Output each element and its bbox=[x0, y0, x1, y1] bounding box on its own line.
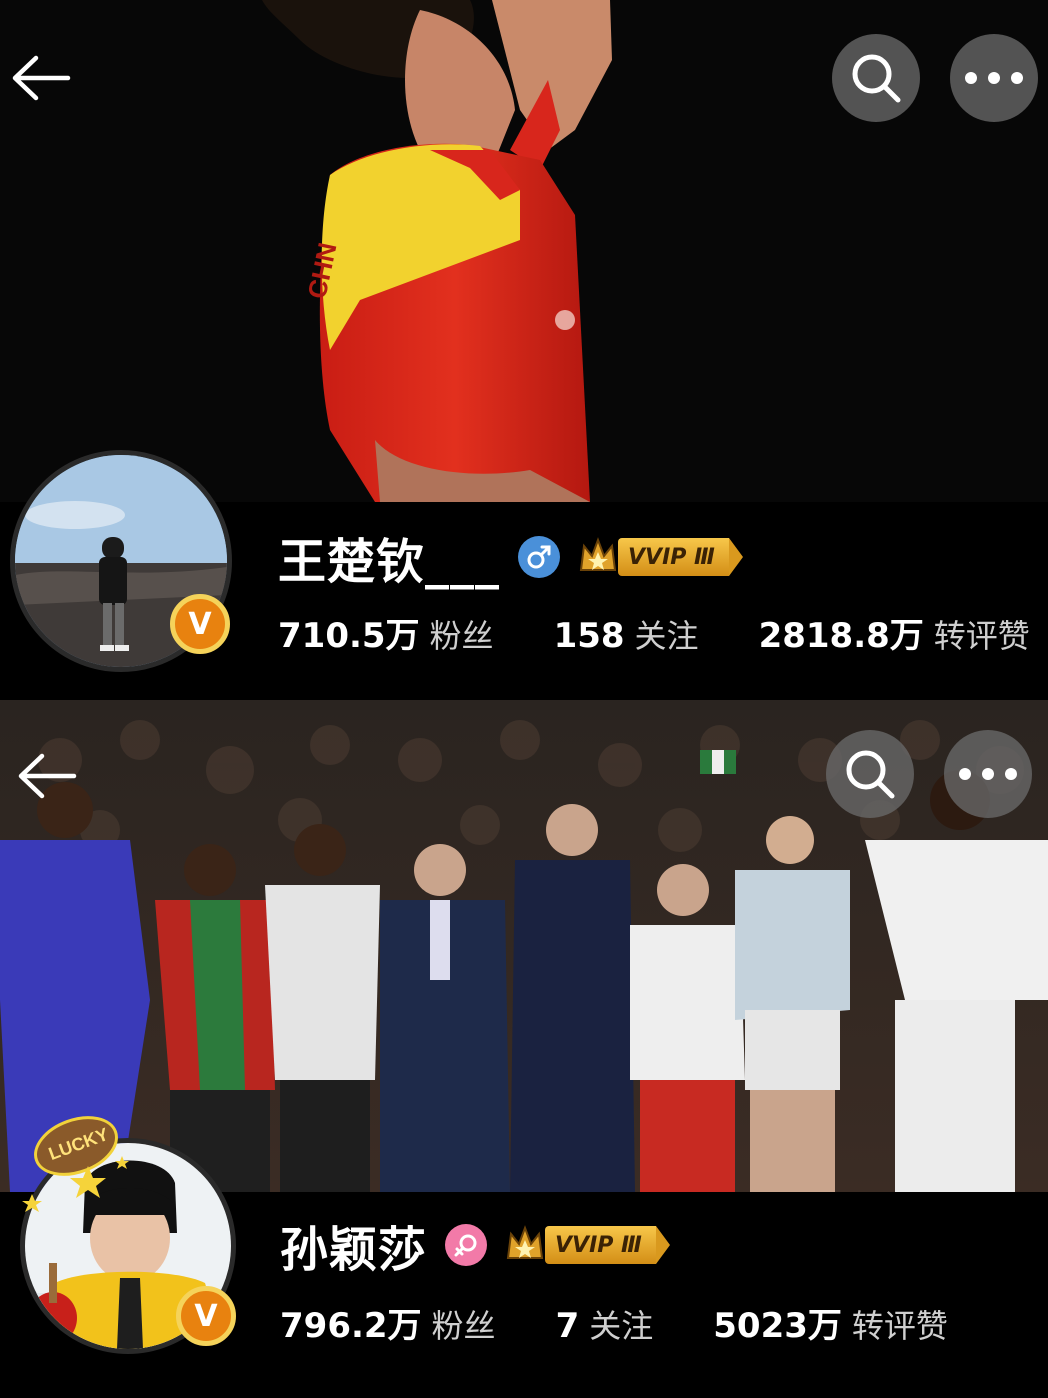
stats-row: 796.2万 粉丝 7 关注 5023万 转评赞 bbox=[280, 1298, 948, 1347]
male-icon bbox=[518, 536, 561, 578]
crown-icon bbox=[579, 537, 617, 571]
vip-badge[interactable]: VVIP Ⅲ bbox=[578, 536, 743, 578]
back-button[interactable] bbox=[6, 736, 86, 816]
avatar-frame-decoration: LUCKY bbox=[22, 1116, 129, 1212]
stat-following[interactable]: 158 关注 bbox=[554, 611, 699, 657]
vip-level-label: VVIP Ⅲ bbox=[545, 1226, 656, 1264]
vip-level-label: VVIP Ⅲ bbox=[618, 538, 729, 576]
search-button[interactable] bbox=[832, 34, 920, 122]
profile-panel-wang: CHN V 王楚钦___ VVIP Ⅲ 710.5万 粉丝 158 关注 281… bbox=[0, 0, 1048, 690]
more-dots-icon bbox=[959, 768, 1017, 780]
back-arrow-icon bbox=[18, 753, 77, 799]
vip-badge[interactable]: VVIP Ⅲ bbox=[505, 1224, 670, 1266]
female-icon bbox=[445, 1224, 488, 1266]
back-arrow-icon bbox=[12, 55, 71, 101]
user-name[interactable]: 王楚钦___ bbox=[278, 522, 500, 592]
stat-followers[interactable]: 796.2万 粉丝 bbox=[280, 1298, 496, 1347]
stat-likes[interactable]: 5023万 转评赞 bbox=[713, 1298, 948, 1347]
profile-panel-sun: LUCKY V 孙颖莎 VVIP Ⅲ 796.2万 粉丝 7 关注 5023万 … bbox=[0, 700, 1048, 1398]
user-name[interactable]: 孙颖莎 bbox=[280, 1210, 427, 1280]
verified-badge: V bbox=[170, 594, 230, 654]
more-dots-icon bbox=[965, 72, 1023, 84]
stats-row: 710.5万 粉丝 158 关注 2818.8万 转评赞 bbox=[278, 608, 1030, 657]
crown-icon bbox=[506, 1225, 544, 1259]
more-button[interactable] bbox=[950, 34, 1038, 122]
vip-badge-tail bbox=[728, 538, 743, 576]
back-button[interactable] bbox=[0, 38, 80, 118]
stat-likes[interactable]: 2818.8万 转评赞 bbox=[759, 608, 1030, 657]
name-row: 王楚钦___ VVIP Ⅲ bbox=[278, 522, 743, 592]
search-icon bbox=[852, 54, 901, 103]
search-button[interactable] bbox=[826, 730, 914, 818]
search-icon bbox=[846, 750, 895, 799]
verified-badge: V bbox=[176, 1286, 236, 1346]
stat-followers[interactable]: 710.5万 粉丝 bbox=[278, 608, 494, 657]
more-button[interactable] bbox=[944, 730, 1032, 818]
vip-badge-tail bbox=[655, 1226, 670, 1264]
stat-following[interactable]: 7 关注 bbox=[556, 1301, 654, 1347]
name-row: 孙颖莎 VVIP Ⅲ bbox=[280, 1210, 670, 1280]
